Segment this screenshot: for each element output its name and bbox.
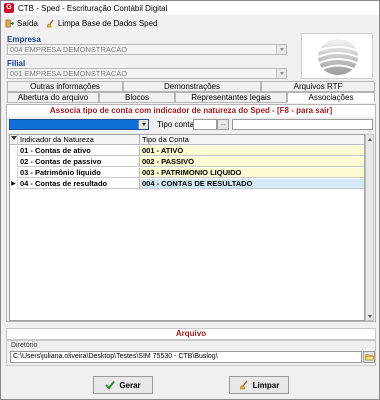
arquivo-section-header: Arquivo [6, 328, 376, 340]
sort-down-icon [10, 136, 17, 140]
window-title: CTB - Sped - Escrituração Contábil Digit… [18, 3, 168, 13]
filial-label: Filial [7, 59, 26, 68]
tab-arquivos-rtf[interactable]: Arquivos RTF [261, 81, 375, 92]
grid-header: Indicador da Natureza Tipo da Conta [10, 135, 364, 145]
chevron-down-icon[interactable] [138, 120, 148, 129]
browse-folder-button[interactable] [363, 351, 375, 363]
cell-indicador: 01 - Contas de ativo [18, 146, 140, 156]
cell-tipo: 004 - CONTAS DE RESULTADO [140, 179, 364, 189]
diretorio-label: Diretório [11, 342, 38, 349]
open-folder-icon [364, 354, 374, 361]
clear-database-button[interactable]: Limpa Base de Dados Sped [46, 19, 158, 28]
selected-row-indicator: ▶ [10, 179, 18, 189]
clear-database-label: Limpa Base de Dados Sped [57, 18, 158, 28]
scroll-down-icon[interactable] [367, 313, 373, 319]
empresa-label: Empresa [7, 35, 41, 44]
empresa-select[interactable]: 004 EMPRESA DEMONSTRACAO [7, 44, 287, 55]
empresa-value: 004 EMPRESA DEMONSTRACAO [10, 45, 128, 54]
cell-indicador: 04 - Contas de resultado [18, 179, 140, 189]
gerar-label: Gerar [119, 380, 141, 390]
tab-demonstracoes[interactable]: Demonstrações [123, 81, 261, 92]
diretorio-input[interactable]: C:\Users\juliana.oliveira\Desktop\Testes… [10, 351, 362, 363]
tab-outras-informacoes[interactable]: Outras informações [7, 81, 123, 92]
gerar-button[interactable]: Gerar [93, 376, 153, 394]
title-bar: G CTB - Sped - Escrituração Contábil Dig… [1, 1, 379, 15]
filial-value: 001 EMPRESA DEMONSTRACAO [10, 69, 128, 78]
filter-row: Tipo conta ... [7, 118, 375, 131]
filial-select[interactable]: 001 EMPRESA DEMONSTRACAO [7, 68, 287, 79]
table-row[interactable]: 01 - Contas de ativo 001 - ATIVO [10, 146, 364, 156]
vertical-scrollbar[interactable] [365, 134, 374, 321]
table-row-selected[interactable]: ▶ 04 - Contas de resultado 004 - CONTAS … [10, 179, 364, 189]
globe-logo-icon [317, 39, 359, 75]
cell-indicador: 03 - Patrimônio líquido [18, 168, 140, 178]
column-header-indicador[interactable]: Indicador da Natureza [18, 135, 140, 145]
app-logo-icon: G [4, 3, 14, 13]
tipo-conta-label: Tipo conta [157, 120, 195, 129]
tab-representantes-legais[interactable]: Representantes legais [175, 92, 287, 103]
broom-icon [46, 19, 54, 27]
natureza-select[interactable] [9, 119, 149, 130]
cell-tipo: 001 - ATIVO [140, 146, 364, 156]
cell-indicador: 02 - Contas de passivo [18, 157, 140, 167]
tipo-conta-description [232, 119, 373, 130]
limpar-label: Limpar [252, 380, 280, 390]
checkmark-icon [105, 380, 116, 390]
table-row[interactable]: 03 - Patrimônio líquido 003 - PATRIMONIO… [10, 168, 364, 178]
diretorio-group: Diretório C:\Users\juliana.oliveira\Desk… [6, 340, 376, 366]
associacoes-panel: Associa tipo de conta com indicador de n… [6, 104, 376, 322]
exit-button[interactable]: Saída [5, 19, 38, 28]
cell-tipo: 002 - PASSIVO [140, 157, 364, 167]
table-row[interactable]: 02 - Contas de passivo 002 - PASSIVO [10, 157, 364, 167]
column-header-tipo[interactable]: Tipo da Conta [140, 135, 364, 145]
limpar-button[interactable]: Limpar [229, 376, 289, 394]
toolbar: Saída Limpa Base de Dados Sped [1, 16, 379, 30]
chevron-down-icon[interactable] [276, 45, 286, 54]
cell-tipo: 003 - PATRIMONIO LIQUIDO [140, 168, 364, 178]
scroll-up-icon[interactable] [367, 136, 373, 142]
association-grid[interactable]: Indicador da Natureza Tipo da Conta 01 -… [9, 134, 365, 321]
tipo-conta-lookup-button[interactable]: ... [217, 119, 229, 130]
app-window: G CTB - Sped - Escrituração Contábil Dig… [0, 0, 380, 400]
tab-abertura-do-arquivo[interactable]: Abertura do arquivo [7, 92, 99, 103]
tab-blocos[interactable]: Blocos [99, 92, 175, 103]
chevron-down-icon[interactable] [276, 69, 286, 78]
exit-door-icon [5, 19, 14, 27]
tab-associacoes[interactable]: Associações [287, 92, 375, 103]
company-logo [301, 33, 373, 79]
tipo-conta-input[interactable] [193, 119, 217, 130]
header-indicator [10, 135, 18, 145]
panel-banner: Associa tipo de conta com indicador de n… [7, 105, 375, 117]
broom-icon [239, 380, 248, 390]
exit-label: Saída [17, 18, 38, 28]
